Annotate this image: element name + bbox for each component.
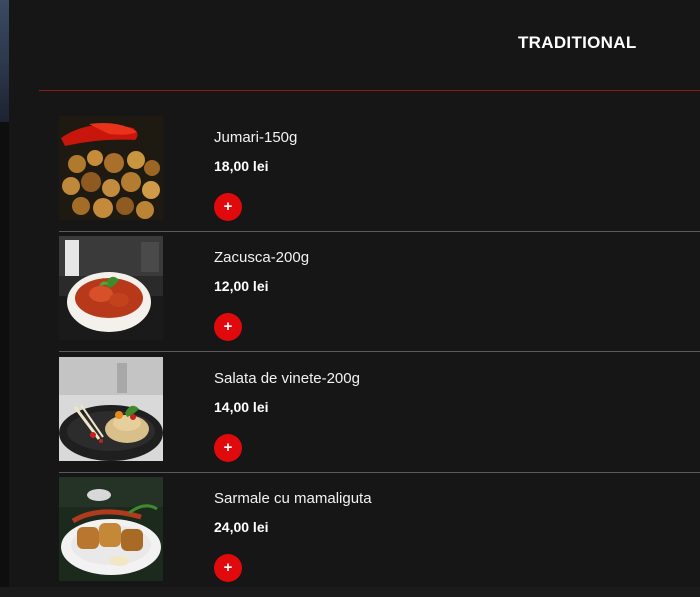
dish-image-jumari[interactable] — [59, 116, 163, 220]
menu-item: Zacusca-200g 12,00 lei + — [59, 236, 700, 356]
menu-panel: TRADITIONAL Jumari-150g 18,00 lei + Zacu… — [9, 0, 700, 587]
item-divider — [59, 231, 700, 232]
add-to-cart-button[interactable]: + — [214, 554, 242, 582]
item-divider — [59, 351, 700, 352]
menu-item: Jumari-150g 18,00 lei + — [59, 116, 700, 236]
dish-image-salata-de-vinete[interactable] — [59, 357, 163, 461]
dish-price: 12,00 lei — [214, 278, 269, 294]
header-divider — [39, 90, 700, 91]
add-to-cart-button[interactable]: + — [214, 313, 242, 341]
menu-item: Sarmale cu mamaliguta 24,00 lei + — [59, 477, 700, 597]
add-to-cart-button[interactable]: + — [214, 193, 242, 221]
category-title: TRADITIONAL — [518, 33, 637, 52]
add-to-cart-button[interactable]: + — [214, 434, 242, 462]
menu-item: Salata de vinete-200g 14,00 lei + — [59, 357, 700, 477]
background-edge — [0, 0, 9, 587]
dish-name: Salata de vinete-200g — [214, 370, 360, 387]
dish-name: Zacusca-200g — [214, 249, 310, 266]
item-divider — [59, 472, 700, 473]
dish-price: 14,00 lei — [214, 399, 269, 415]
dish-image-sarmale[interactable] — [59, 477, 163, 581]
dish-price: 18,00 lei — [214, 158, 269, 174]
dish-image-zacusca[interactable] — [59, 236, 163, 340]
dish-name: Jumari-150g — [214, 129, 298, 146]
dish-price: 24,00 lei — [214, 519, 269, 535]
dish-name: Sarmale cu mamaliguta — [214, 490, 372, 507]
background-window-edge — [0, 0, 9, 122]
